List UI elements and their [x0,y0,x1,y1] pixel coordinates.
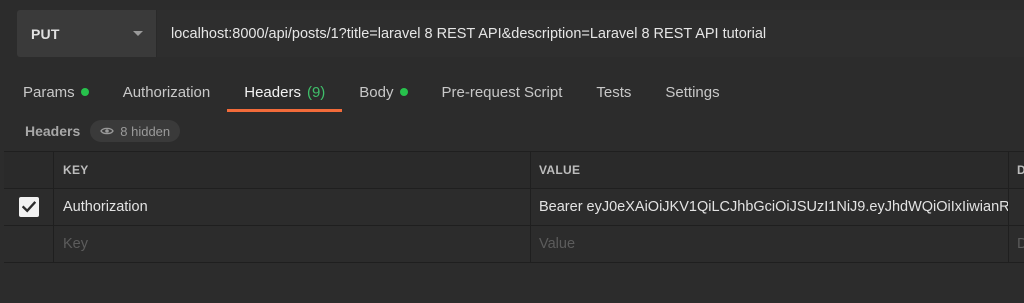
status-dot-icon [80,88,89,96]
tab-settings[interactable]: Settings [648,72,736,112]
column-label: D [1017,163,1024,177]
headers-table: KEY VALUE D Authorization Bearer eyJ0eXA… [4,151,1024,263]
new-key-input[interactable]: Key [54,226,531,262]
table-header-row: KEY VALUE D [4,152,1024,189]
header-key: Authorization [63,199,148,215]
column-label: KEY [63,163,89,177]
description-column-header: D [1009,152,1024,188]
table-row-new: Key Value D [4,226,1024,263]
key-placeholder: Key [63,236,88,252]
value-placeholder: Value [539,236,576,252]
new-value-input[interactable]: Value [531,226,1009,262]
tab-label: Settings [665,83,720,101]
eye-icon [100,127,115,135]
key-cell[interactable]: Authorization [54,189,531,225]
hidden-headers-toggle[interactable]: 8 hidden [90,120,181,142]
checkbox-column-header [4,152,54,188]
checkmark-icon [21,201,36,213]
tab-count-badge: (9) [306,83,326,101]
request-url-bar: PUT localhost:8000/api/posts/1?title=lar… [17,10,1024,57]
method-dropdown[interactable]: PUT [17,10,157,57]
url-input[interactable]: localhost:8000/api/posts/1?title=laravel… [157,10,1024,57]
new-description-input[interactable]: D [1009,226,1024,262]
row-enabled-checkbox[interactable] [18,197,39,217]
hidden-count-label: 8 hidden [120,123,171,139]
tab-label: Authorization [122,83,211,101]
tab-pre-request-script[interactable]: Pre-request Script [425,72,580,112]
request-tabs: Params Authorization Headers (9) Body Pr… [0,72,737,112]
tab-headers[interactable]: Headers (9) [227,72,343,112]
tab-tests[interactable]: Tests [579,72,648,112]
tab-label: Tests [596,83,632,101]
tab-label: Headers [244,83,301,101]
tab-label: Pre-request Script [441,83,563,101]
value-column-header: VALUE [531,152,1009,188]
description-placeholder: D [1017,236,1024,252]
headers-subheader: Headers 8 hidden [25,120,181,142]
value-cell[interactable]: Bearer eyJ0eXAiOiJKV1QiLCJhbGciOiJSUzI1N… [531,189,1009,225]
method-label: PUT [31,25,60,42]
key-column-header: KEY [54,152,531,188]
section-title: Headers [25,123,81,139]
tab-authorization[interactable]: Authorization [106,72,228,112]
row-checkbox-cell [4,189,54,225]
tab-body[interactable]: Body [342,72,424,112]
row-checkbox-cell [4,226,54,262]
chevron-down-icon [133,31,143,36]
tab-params[interactable]: Params [0,72,106,112]
description-cell[interactable] [1009,189,1024,225]
column-label: VALUE [539,163,581,177]
table-row: Authorization Bearer eyJ0eXAiOiJKV1QiLCJ… [4,189,1024,226]
status-dot-icon [399,88,408,96]
header-value: Bearer eyJ0eXAiOiJKV1QiLCJhbGciOiJSUzI1N… [539,199,1009,215]
tab-label: Params [23,83,75,101]
tab-label: Body [359,83,394,101]
